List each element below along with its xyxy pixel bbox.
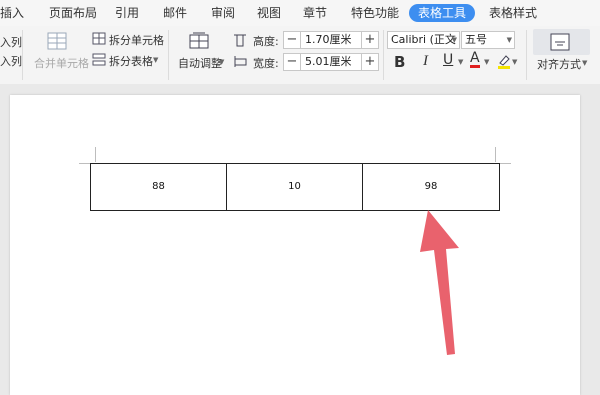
- divider: [526, 30, 527, 80]
- height-value[interactable]: 1.70厘米: [305, 32, 352, 48]
- tab-table-tools[interactable]: 表格工具: [409, 4, 476, 22]
- width-value[interactable]: 5.01厘米: [305, 54, 352, 70]
- tab-review[interactable]: 审阅: [211, 0, 235, 26]
- autofit-button[interactable]: 自动调整: [178, 55, 222, 71]
- column-width-icon: [234, 56, 247, 67]
- divider: [383, 30, 384, 80]
- align-dropdown-icon[interactable]: ▼: [582, 59, 587, 67]
- tab-view[interactable]: 视图: [257, 0, 281, 26]
- highlight-dropdown-icon[interactable]: ▼: [512, 58, 517, 66]
- tab-page-layout[interactable]: 页面布局: [49, 0, 97, 26]
- split-table-button[interactable]: 拆分表格: [109, 53, 153, 69]
- autofit-dropdown-icon[interactable]: ▼: [219, 58, 224, 66]
- width-label: 宽度:: [253, 57, 279, 70]
- split-table-icon[interactable]: [92, 53, 106, 66]
- divider: [168, 30, 169, 80]
- split-cells-button[interactable]: 拆分单元格: [109, 32, 164, 48]
- align-icon[interactable]: [550, 33, 570, 51]
- divider: [22, 30, 23, 80]
- document-page[interactable]: [10, 95, 580, 395]
- merge-cells-icon[interactable]: [47, 32, 67, 50]
- margin-guide: [495, 147, 496, 162]
- table-cell[interactable]: 88: [90, 163, 227, 211]
- table-cell[interactable]: 98: [362, 163, 500, 211]
- font-size-select[interactable]: 五号 ▼: [461, 31, 515, 49]
- chevron-down-icon: ▼: [451, 36, 457, 44]
- height-increase-button[interactable]: +: [361, 32, 378, 48]
- width-spinner[interactable]: − 5.01厘米 +: [283, 53, 379, 71]
- width-decrease-button[interactable]: −: [284, 54, 301, 70]
- height-label: 高度:: [253, 35, 279, 48]
- align-button[interactable]: 对齐方式: [537, 56, 581, 72]
- bold-button[interactable]: B: [394, 53, 405, 71]
- tab-section[interactable]: 章节: [303, 0, 327, 26]
- font-name-select[interactable]: Calibri (正文 ▼: [387, 31, 460, 49]
- split-table-dropdown-icon[interactable]: ▼: [153, 56, 158, 64]
- underline-button[interactable]: U: [443, 52, 453, 68]
- insert-column-left-label[interactable]: 入列: [0, 34, 22, 50]
- tab-special-features[interactable]: 特色功能: [351, 0, 399, 26]
- menu-bar: 插入 页面布局 引用 邮件 审阅 视图 章节 特色功能 表格工具 表格样式: [0, 0, 600, 26]
- font-size-value: 五号: [465, 33, 487, 46]
- height-decrease-button[interactable]: −: [284, 32, 301, 48]
- merge-cells-button[interactable]: 合并单元格: [34, 55, 89, 71]
- ribbon-toolbar: 入列 入列 合并单元格 拆分单元格 拆分表格 ▼ 自动调整 ▼ 高度: − 1.…: [0, 26, 600, 85]
- highlight-icon[interactable]: [497, 53, 511, 69]
- italic-button[interactable]: I: [423, 53, 428, 70]
- underline-dropdown-icon[interactable]: ▼: [458, 58, 463, 66]
- chevron-down-icon: ▼: [506, 36, 512, 44]
- tab-mailings[interactable]: 邮件: [163, 0, 187, 26]
- insert-column-right-label[interactable]: 入列: [0, 53, 22, 69]
- tab-references[interactable]: 引用: [115, 0, 139, 26]
- font-name-value: Calibri (正文: [391, 33, 456, 46]
- split-cells-icon[interactable]: [92, 32, 106, 45]
- width-increase-button[interactable]: +: [361, 54, 378, 70]
- table-cell[interactable]: 10: [226, 163, 363, 211]
- tab-table-style[interactable]: 表格样式: [489, 0, 537, 26]
- font-color-button[interactable]: A: [470, 51, 480, 68]
- row-height-icon: [234, 34, 246, 47]
- tab-insert[interactable]: 插入: [0, 0, 24, 26]
- annotation-arrow-icon: [420, 210, 459, 355]
- autofit-icon[interactable]: [189, 32, 209, 50]
- margin-guide: [95, 147, 96, 162]
- height-spinner[interactable]: − 1.70厘米 +: [283, 31, 379, 49]
- font-color-dropdown-icon[interactable]: ▼: [484, 58, 489, 66]
